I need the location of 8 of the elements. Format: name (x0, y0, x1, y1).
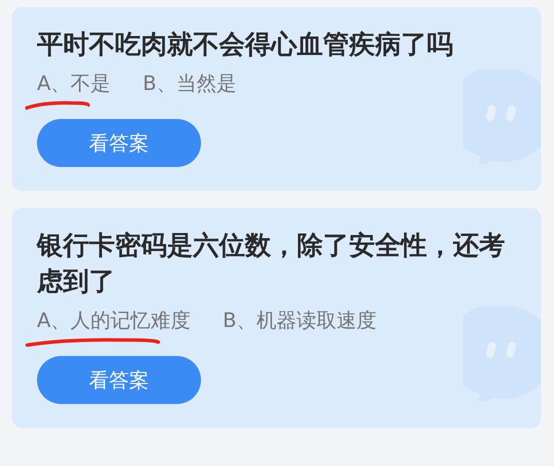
show-answer-button[interactable]: 看答案 (37, 356, 201, 404)
show-answer-button[interactable]: 看答案 (37, 119, 201, 167)
question-text: 平时不吃肉就不会得心血管疾病了吗 (37, 29, 454, 62)
answer-option: B、机器读取速度 (222, 308, 376, 332)
answer-option: B、当然是 (142, 71, 236, 95)
answer-option: A、不是 (37, 71, 111, 95)
answer-option: A、人的记忆难度 (37, 308, 191, 332)
question-text: 银行卡密码是六位数，除了安全性，还考虑到了 (37, 230, 506, 299)
